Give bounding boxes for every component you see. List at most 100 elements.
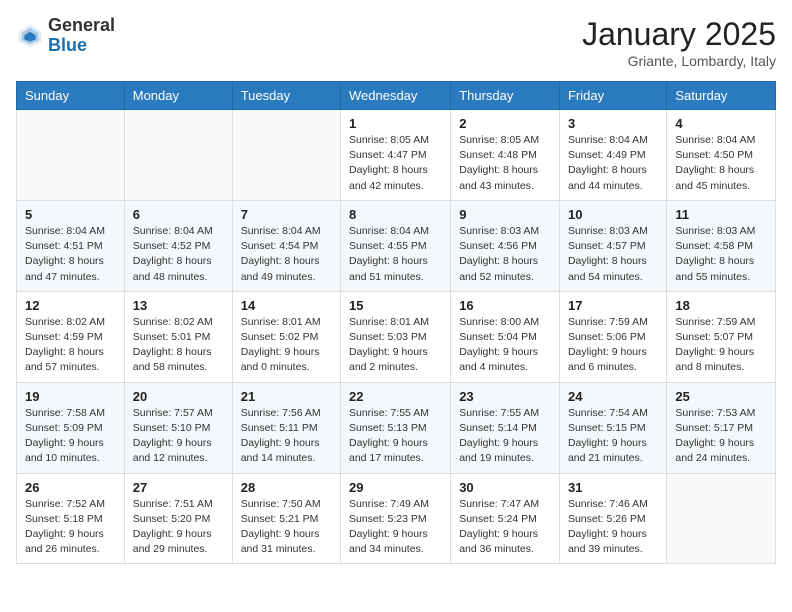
calendar-cell [232,110,340,201]
logo-text: General Blue [48,16,115,56]
day-number: 5 [25,207,116,222]
calendar-cell: 27 Sunrise: 7:51 AM Sunset: 5:20 PM Dayli… [124,473,232,564]
calendar-week-3: 12Sunrise: 8:02 AM Sunset: 4:59 PM Dayli… [17,291,776,382]
day-info: Sunrise: 7:56 AM Sunset: 5:11 PM Dayligh… [241,406,332,467]
calendar-cell: 22 Sunrise: 7:55 AM Sunset: 5:13 PM Dayli… [341,382,451,473]
day-number: 23 [459,389,551,404]
logo: General Blue [16,16,115,56]
logo-icon [16,22,44,50]
day-number: 24 [568,389,658,404]
col-monday: Monday [124,82,232,110]
day-info: Sunrise: 7:50 AM Sunset: 5:21 PM Dayligh… [241,497,332,558]
day-number: 17 [568,298,658,313]
day-number: 20 [133,389,224,404]
col-sunday: Sunday [17,82,125,110]
day-number: 29 [349,480,442,495]
day-info: Sunrise: 8:04 AM Sunset: 4:51 PM Dayligh… [25,224,116,285]
calendar-cell: 21 Sunrise: 7:56 AM Sunset: 5:11 PM Dayli… [232,382,340,473]
calendar-cell: 17 Sunrise: 7:59 AM Sunset: 5:06 PM Dayli… [559,291,666,382]
calendar-cell: 6 Sunrise: 8:04 AM Sunset: 4:52 PM Daylig… [124,200,232,291]
day-number: 13 [133,298,224,313]
day-info: Sunrise: 8:01 AM Sunset: 5:03 PM Dayligh… [349,315,442,376]
day-number: 7 [241,207,332,222]
day-number: 1 [349,116,442,131]
day-number: 28 [241,480,332,495]
calendar-cell [667,473,776,564]
month-title: January 2025 [582,16,776,53]
calendar-week-5: 26Sunrise: 7:52 AM Sunset: 5:18 PM Dayli… [17,473,776,564]
day-info: Sunrise: 8:02 AM Sunset: 4:59 PM Dayligh… [25,315,116,376]
day-number: 16 [459,298,551,313]
day-number: 25 [675,389,767,404]
calendar-cell: 3Sunrise: 8:04 AM Sunset: 4:49 PM Daylig… [559,110,666,201]
calendar-cell: 9 Sunrise: 8:03 AM Sunset: 4:56 PM Daylig… [451,200,560,291]
day-info: Sunrise: 7:55 AM Sunset: 5:13 PM Dayligh… [349,406,442,467]
day-info: Sunrise: 8:04 AM Sunset: 4:52 PM Dayligh… [133,224,224,285]
day-info: Sunrise: 7:51 AM Sunset: 5:20 PM Dayligh… [133,497,224,558]
day-number: 15 [349,298,442,313]
day-info: Sunrise: 7:58 AM Sunset: 5:09 PM Dayligh… [25,406,116,467]
day-info: Sunrise: 8:03 AM Sunset: 4:56 PM Dayligh… [459,224,551,285]
col-tuesday: Tuesday [232,82,340,110]
calendar-header-row: Sunday Monday Tuesday Wednesday Thursday… [17,82,776,110]
location-subtitle: Griante, Lombardy, Italy [582,53,776,69]
calendar-cell: 20 Sunrise: 7:57 AM Sunset: 5:10 PM Dayli… [124,382,232,473]
day-number: 31 [568,480,658,495]
day-info: Sunrise: 7:46 AM Sunset: 5:26 PM Dayligh… [568,497,658,558]
calendar-cell: 5 Sunrise: 8:04 AM Sunset: 4:51 PM Daylig… [17,200,125,291]
calendar-table: Sunday Monday Tuesday Wednesday Thursday… [16,81,776,564]
day-info: Sunrise: 8:04 AM Sunset: 4:50 PM Dayligh… [675,133,767,194]
day-number: 26 [25,480,116,495]
page-header: General Blue January 2025 Griante, Lomba… [16,16,776,69]
day-number: 14 [241,298,332,313]
day-number: 11 [675,207,767,222]
day-info: Sunrise: 8:00 AM Sunset: 5:04 PM Dayligh… [459,315,551,376]
day-number: 9 [459,207,551,222]
calendar-cell: 29 Sunrise: 7:49 AM Sunset: 5:23 PM Dayli… [341,473,451,564]
calendar-cell: 4 Sunrise: 8:04 AM Sunset: 4:50 PM Daylig… [667,110,776,201]
col-thursday: Thursday [451,82,560,110]
calendar-week-2: 5 Sunrise: 8:04 AM Sunset: 4:51 PM Daylig… [17,200,776,291]
day-number: 27 [133,480,224,495]
calendar-cell: 24Sunrise: 7:54 AM Sunset: 5:15 PM Dayli… [559,382,666,473]
day-info: Sunrise: 7:59 AM Sunset: 5:07 PM Dayligh… [675,315,767,376]
day-info: Sunrise: 7:53 AM Sunset: 5:17 PM Dayligh… [675,406,767,467]
title-block: January 2025 Griante, Lombardy, Italy [582,16,776,69]
col-wednesday: Wednesday [341,82,451,110]
day-number: 21 [241,389,332,404]
day-info: Sunrise: 8:01 AM Sunset: 5:02 PM Dayligh… [241,315,332,376]
day-info: Sunrise: 8:02 AM Sunset: 5:01 PM Dayligh… [133,315,224,376]
calendar-cell: 7 Sunrise: 8:04 AM Sunset: 4:54 PM Daylig… [232,200,340,291]
calendar-cell: 26Sunrise: 7:52 AM Sunset: 5:18 PM Dayli… [17,473,125,564]
day-info: Sunrise: 8:03 AM Sunset: 4:57 PM Dayligh… [568,224,658,285]
calendar-cell: 30Sunrise: 7:47 AM Sunset: 5:24 PM Dayli… [451,473,560,564]
calendar-cell: 31 Sunrise: 7:46 AM Sunset: 5:26 PM Dayli… [559,473,666,564]
calendar-cell: 15 Sunrise: 8:01 AM Sunset: 5:03 PM Dayli… [341,291,451,382]
calendar-cell: 19 Sunrise: 7:58 AM Sunset: 5:09 PM Dayli… [17,382,125,473]
day-info: Sunrise: 7:49 AM Sunset: 5:23 PM Dayligh… [349,497,442,558]
calendar-cell: 11 Sunrise: 8:03 AM Sunset: 4:58 PM Dayli… [667,200,776,291]
day-info: Sunrise: 7:57 AM Sunset: 5:10 PM Dayligh… [133,406,224,467]
day-info: Sunrise: 8:04 AM Sunset: 4:49 PM Dayligh… [568,133,658,194]
day-number: 10 [568,207,658,222]
day-info: Sunrise: 8:04 AM Sunset: 4:54 PM Dayligh… [241,224,332,285]
calendar-cell: 18 Sunrise: 7:59 AM Sunset: 5:07 PM Dayli… [667,291,776,382]
day-number: 30 [459,480,551,495]
calendar-cell: 1Sunrise: 8:05 AM Sunset: 4:47 PM Daylig… [341,110,451,201]
day-number: 18 [675,298,767,313]
day-number: 8 [349,207,442,222]
calendar-week-4: 19 Sunrise: 7:58 AM Sunset: 5:09 PM Dayli… [17,382,776,473]
day-info: Sunrise: 7:59 AM Sunset: 5:06 PM Dayligh… [568,315,658,376]
calendar-cell: 14 Sunrise: 8:01 AM Sunset: 5:02 PM Dayli… [232,291,340,382]
calendar-cell: 23 Sunrise: 7:55 AM Sunset: 5:14 PM Dayli… [451,382,560,473]
day-number: 4 [675,116,767,131]
day-info: Sunrise: 8:03 AM Sunset: 4:58 PM Dayligh… [675,224,767,285]
day-number: 22 [349,389,442,404]
calendar-cell [17,110,125,201]
day-number: 2 [459,116,551,131]
day-number: 6 [133,207,224,222]
day-number: 19 [25,389,116,404]
day-info: Sunrise: 7:55 AM Sunset: 5:14 PM Dayligh… [459,406,551,467]
calendar-cell: 13 Sunrise: 8:02 AM Sunset: 5:01 PM Dayli… [124,291,232,382]
calendar-cell: 28 Sunrise: 7:50 AM Sunset: 5:21 PM Dayli… [232,473,340,564]
